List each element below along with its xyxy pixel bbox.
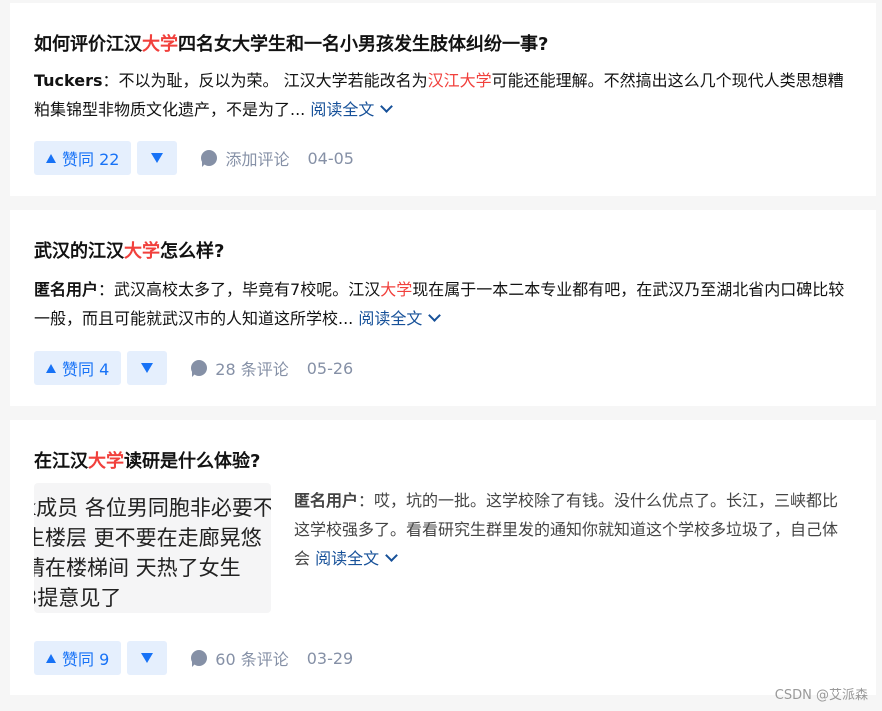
title-text: 读研是什么体验?: [124, 451, 261, 472]
answer-thumbnail[interactable]: k成员 各位男同胞非必要不 生楼层 更不要在走廊晃悠 请在楼梯间 天热了女生 3…: [34, 483, 271, 613]
title-text: 四名女大学生和一名小男孩发生肢体纠纷一事?: [178, 34, 549, 55]
comment-bubble-icon: [201, 150, 218, 167]
read-more-label: 阅读全文: [315, 549, 380, 568]
read-more-link[interactable]: 阅读全文: [310, 100, 394, 119]
upvote-label: 赞同 4: [62, 360, 110, 379]
comment-label: 28 条评论: [215, 360, 289, 379]
read-more-label: 阅读全文: [358, 309, 423, 328]
thumbnail-text-line: 生楼层 更不要在走廊晃悠: [34, 526, 262, 550]
triangle-down-icon: [141, 363, 154, 373]
read-more-link[interactable]: 阅读全文: [358, 309, 442, 328]
post-date: 05-26: [306, 358, 354, 378]
answer-excerpt[interactable]: 匿名用户：哎，坑的一批。这学校除了有钱。没什么优点了。长江，三峡都比这学校强多了…: [294, 486, 850, 573]
comment-bubble-icon: [191, 360, 208, 377]
comment-button[interactable]: 60 条评论: [191, 646, 289, 670]
action-bar: 赞同 4 28 条评论 05-26: [34, 351, 353, 385]
comment-button[interactable]: 添加评论: [201, 146, 289, 170]
comment-bubble-icon: [191, 650, 208, 667]
title-highlight: 大学: [88, 451, 124, 472]
question-title[interactable]: 武汉的江汉大学怎么样?: [34, 240, 224, 264]
downvote-button[interactable]: [127, 351, 168, 385]
chevron-down-icon: [380, 100, 394, 113]
title-highlight: 大学: [124, 241, 160, 262]
triangle-up-icon: [46, 653, 56, 663]
answer-excerpt[interactable]: 匿名用户：武汉高校太多了，毕竟有7校呢。江汉大学现在属于一本二本专业都有吧，在武…: [34, 275, 846, 333]
title-text: 在江汉: [34, 451, 88, 472]
triangle-down-icon: [141, 653, 154, 663]
triangle-up-icon: [46, 363, 56, 373]
csdn-watermark: CSDN @艾派森: [774, 688, 868, 703]
author-name[interactable]: Tuckers: [34, 71, 103, 90]
read-more-label: 阅读全文: [310, 100, 375, 119]
excerpt-text: 武汉高校太多了，毕竟有7校呢。江汉: [114, 280, 381, 299]
upvote-label: 赞同 9: [62, 650, 110, 669]
answer-card-3: 在江汉大学读研是什么体验? k成员 各位男同胞非必要不 生楼层 更不要在走廊晃悠…: [10, 420, 876, 695]
answer-card-2: 武汉的江汉大学怎么样? 匿名用户：武汉高校太多了，毕竟有7校呢。江汉大学现在属于…: [10, 210, 876, 406]
title-text: 如何评价江汉: [34, 34, 142, 55]
title-text: 武汉的江汉: [34, 241, 124, 262]
excerpt-highlight: 汉江大学: [427, 71, 492, 90]
post-date: 03-29: [306, 648, 354, 668]
answer-card-1: 如何评价江汉大学四名女大学生和一名小男孩发生肢体纠纷一事? Tuckers：不以…: [10, 3, 876, 196]
downvote-button[interactable]: [137, 141, 178, 175]
comment-label: 60 条评论: [215, 650, 289, 669]
post-date: 04-05: [307, 148, 354, 168]
question-title[interactable]: 如何评价江汉大学四名女大学生和一名小男孩发生肢体纠纷一事?: [34, 33, 548, 57]
chevron-down-icon: [428, 309, 442, 322]
answer-excerpt[interactable]: Tuckers：不以为耻，反以为荣。 江汉大学若能改名为汉江大学可能还能理解。不…: [34, 66, 846, 124]
author-name[interactable]: 匿名用户: [294, 491, 358, 510]
comment-label: 添加评论: [225, 150, 290, 169]
author-separator: ：: [98, 280, 115, 299]
upvote-label: 赞同 22: [62, 150, 120, 169]
author-separator: ：: [102, 71, 119, 90]
read-more-link[interactable]: 阅读全文: [315, 549, 398, 568]
thumbnail-text-line: 3提意见了: [34, 586, 122, 610]
upvote-button[interactable]: 赞同 4: [34, 351, 122, 385]
question-title[interactable]: 在江汉大学读研是什么体验?: [34, 450, 260, 474]
excerpt-text: 不以为耻，反以为荣。 江汉大学若能改名为: [118, 71, 428, 90]
author-separator: ：: [358, 491, 375, 510]
title-highlight: 大学: [142, 34, 178, 55]
comment-button[interactable]: 28 条评论: [191, 356, 289, 380]
action-bar: 赞同 22 添加评论 04-05: [34, 141, 354, 175]
downvote-button[interactable]: [127, 641, 168, 675]
triangle-down-icon: [151, 153, 164, 163]
thumbnail-text-line: 请在楼梯间 天热了女生: [34, 556, 241, 580]
action-bar: 赞同 9 60 条评论 03-29: [34, 641, 353, 675]
chevron-down-icon: [385, 549, 398, 562]
author-name[interactable]: 匿名用户: [34, 280, 98, 299]
upvote-button[interactable]: 赞同 9: [34, 641, 122, 675]
excerpt-highlight: 大学: [380, 280, 413, 299]
upvote-button[interactable]: 赞同 22: [34, 141, 132, 175]
triangle-up-icon: [46, 153, 56, 163]
thumbnail-text-line: k成员 各位男同胞非必要不: [34, 496, 271, 520]
title-text: 怎么样?: [160, 241, 225, 262]
